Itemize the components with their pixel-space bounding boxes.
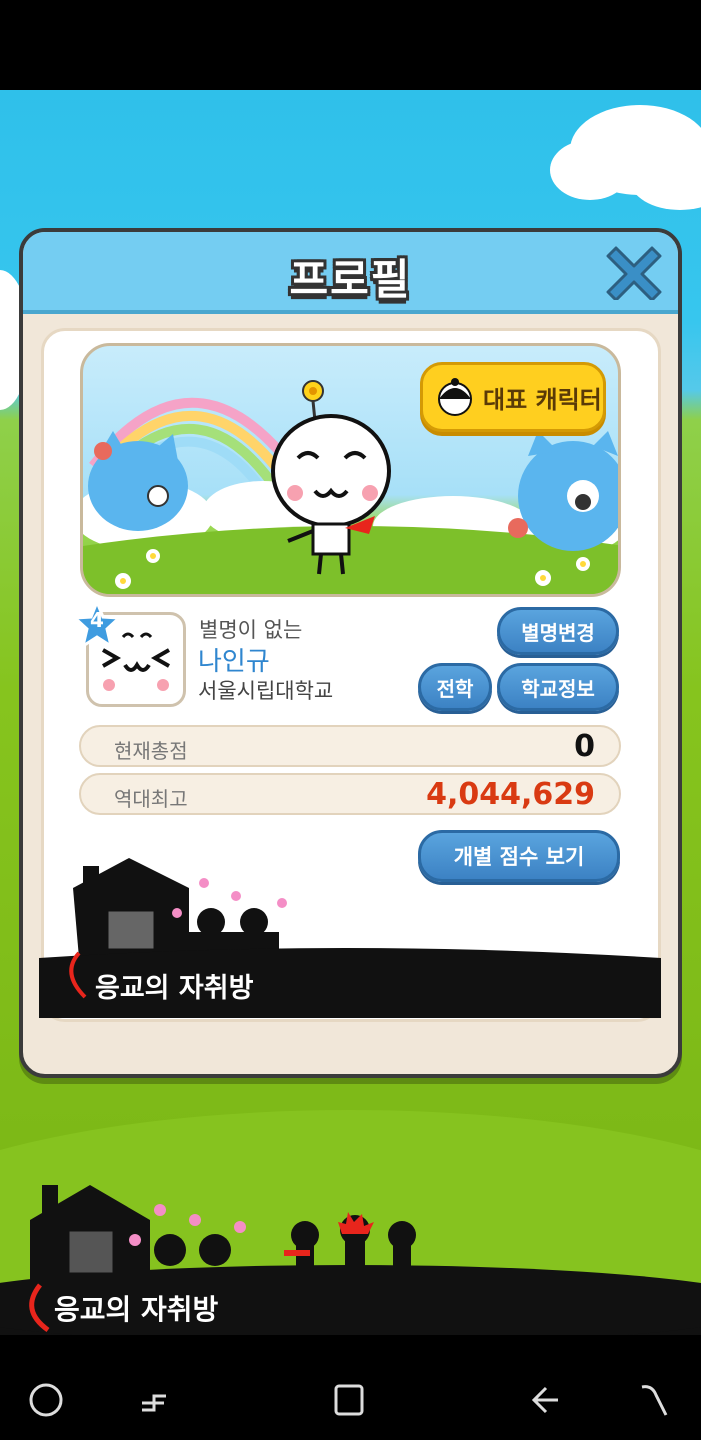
home-icon[interactable]	[330, 1380, 370, 1420]
close-icon	[606, 246, 662, 302]
current-score-label: 현재총점	[114, 739, 188, 763]
navigation-bar	[0, 1335, 701, 1440]
brand-logo-text: 응교의 자취방	[95, 973, 254, 1004]
representative-character-label: 대표 캐릭터	[483, 385, 602, 414]
dialog-title: 프로필	[289, 255, 412, 304]
back-icon[interactable]	[527, 1380, 567, 1420]
touch-lock-icon[interactable]	[635, 1380, 675, 1420]
change-nickname-button[interactable]: 별명변경	[497, 607, 619, 655]
best-score-row: 역대최고 4,044,629	[79, 773, 621, 815]
best-score-value: 4,044,629	[426, 777, 595, 812]
school-name: 서울시립대학교	[198, 679, 334, 703]
representative-character-button[interactable]: 대표 캐릭터	[420, 362, 606, 432]
brand-logo-text-bottom: 응교의 자취방	[54, 1293, 219, 1326]
nickname: 별명이 없는	[199, 618, 303, 642]
school-info-button[interactable]: 학교정보	[497, 663, 619, 711]
game-tools-icon[interactable]	[28, 1380, 64, 1416]
current-score-value: 0	[574, 729, 595, 764]
screen: 응교의 자취방 프로필 대표 캐릭터 4 별명이 없는 나인규 서울시립대학교 …	[0, 0, 701, 1440]
current-score-row: 현재총점 0	[79, 725, 621, 767]
recent-apps-icon[interactable]	[135, 1380, 175, 1420]
transfer-button[interactable]: 전학	[418, 663, 492, 711]
dialog-header: 프로필	[23, 232, 678, 314]
character-scene: 대표 캐릭터	[80, 343, 621, 597]
close-button[interactable]	[606, 244, 662, 302]
best-score-label: 역대최고	[114, 787, 188, 811]
level-number: 4	[90, 608, 104, 632]
player-name: 나인규	[198, 647, 270, 677]
character-face-icon	[438, 378, 472, 416]
status-bar	[0, 0, 701, 90]
